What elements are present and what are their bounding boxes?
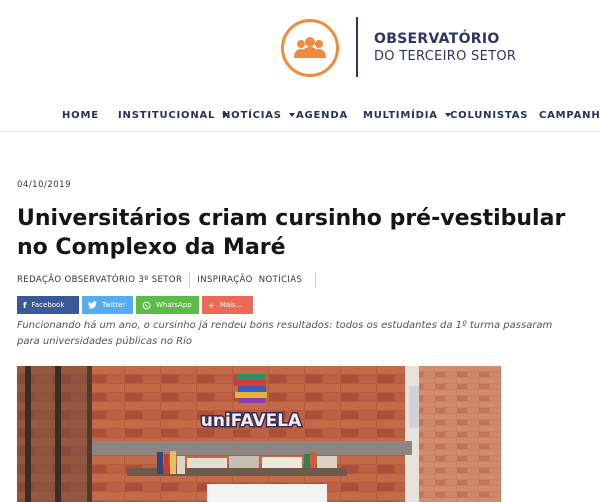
nav-noticias[interactable]: NOTÍCIAS (222, 110, 295, 121)
nav-agenda-label: AGENDA (296, 110, 348, 121)
nav-home-label: HOME (62, 110, 99, 121)
share-facebook-button[interactable]: f Facebook (17, 296, 79, 314)
logo-subtitle[interactable]: DO TERCEIRO SETOR (374, 49, 516, 64)
article-meta: REDAÇÃO OBSERVATÓRIO 3º SETOR INSPIRAÇÃO… (17, 273, 323, 287)
nav-colunistas[interactable]: COLUNISTAS (450, 110, 528, 121)
share-more-label: Mais... (219, 301, 243, 309)
nav-agenda[interactable]: AGENDA (296, 110, 348, 121)
twitter-icon (88, 301, 97, 309)
facebook-icon: f (23, 300, 27, 310)
logo-emblem[interactable] (281, 19, 339, 77)
article-date: 04/10/2019 (17, 180, 71, 190)
article-author[interactable]: REDAÇÃO OBSERVATÓRIO 3º SETOR (17, 275, 182, 285)
photo-illustration: uniFAVELA (17, 366, 501, 502)
nav-multimidia-label: MULTIMÍDIA (363, 110, 438, 121)
nav-divider (0, 131, 600, 132)
meta-divider (189, 273, 191, 287)
share-twitter-button[interactable]: Twitter (82, 296, 133, 314)
nav-home[interactable]: HOME (62, 110, 99, 121)
nav-colunistas-label: COLUNISTAS (450, 110, 529, 121)
share-whatsapp-label: WhatsApp (156, 301, 192, 309)
share-twitter-label: Twitter (102, 301, 126, 309)
chevron-down-icon (288, 113, 295, 117)
nav-campanhas-label: CAMPANHAS (539, 110, 600, 121)
nav-institucional-label: INSTITUCIONAL (118, 110, 216, 121)
meta-divider (315, 273, 317, 287)
share-more-button[interactable]: + Mais... (202, 296, 253, 314)
logo-divider (356, 17, 358, 77)
main-nav: HOME INSTITUCIONAL NOTÍCIAS AGENDA MULTI… (0, 104, 600, 130)
tag-inspiracao[interactable]: INSPIRAÇÃO (197, 275, 252, 285)
people-icon (294, 37, 326, 58)
nav-noticias-label: NOTÍCIAS (222, 110, 282, 121)
unifavela-sign: uniFAVELA (201, 411, 302, 431)
site-header: OBSERVATÓRIO DO TERCEIRO SETOR (0, 0, 600, 100)
share-facebook-label: Facebook (31, 301, 65, 309)
article-photo: uniFAVELA (17, 366, 501, 502)
article-lede: Funcionando há um ano, o cursinho já ren… (17, 320, 553, 347)
nav-campanhas[interactable]: CAMPANHAS (539, 110, 600, 121)
share-whatsapp-button[interactable]: WhatsApp (136, 296, 199, 314)
article-title: Universitários criam cursinho pré-vestib… (17, 206, 566, 260)
nav-institucional[interactable]: INSTITUCIONAL (118, 110, 229, 121)
logo-title[interactable]: OBSERVATÓRIO (374, 31, 500, 47)
whatsapp-icon (142, 301, 151, 309)
plus-icon: + (208, 300, 215, 310)
tag-noticias[interactable]: NOTÍCIAS (259, 275, 303, 285)
nav-multimidia[interactable]: MULTIMÍDIA (363, 110, 451, 121)
